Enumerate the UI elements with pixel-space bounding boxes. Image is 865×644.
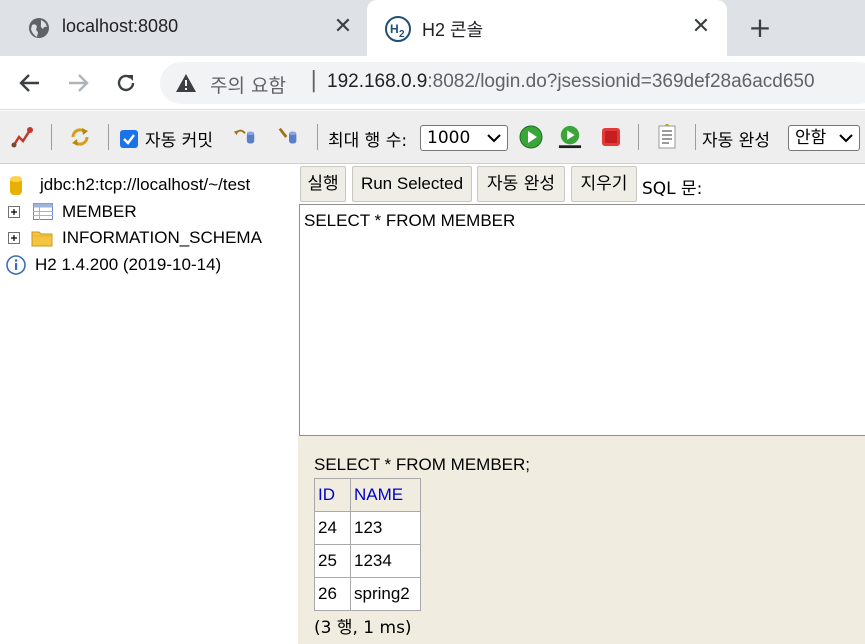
table-header-row: ID NAME [314,478,421,512]
rollback-icon[interactable] [233,125,257,149]
tree-item-label: INFORMATION_SCHEMA [62,228,262,247]
max-rows-label: 최대 행 수: [328,131,408,151]
table-cell: 24 [314,511,351,545]
query-toolbar: 실행 Run Selected 자동 완성 지우기 SQL 문: [298,164,865,204]
table-icon [33,203,53,220]
url-text[interactable]: 192.168.0.9:8082/login.do?jsessionid=369… [327,71,815,93]
table-row: 25 1234 [314,544,421,578]
run-selected-button[interactable]: Run Selected [352,166,472,202]
chevron-down-icon [839,134,853,143]
max-rows-select[interactable]: 1000 [420,125,508,151]
table-cell: 26 [314,577,351,611]
url-path: :8082/login.do?jsessionid=369def28a6acd6… [427,71,815,92]
close-icon[interactable]: ✕ [689,15,713,39]
close-icon[interactable]: ✕ [331,15,355,39]
toolbar-divider [51,124,52,150]
expand-icon[interactable] [8,206,20,218]
column-header-name[interactable]: NAME [350,478,421,512]
chevron-down-icon [487,134,501,143]
security-warning-text[interactable]: 주의 요함 [210,71,286,98]
url-separator: | [310,68,318,93]
expand-icon[interactable] [8,232,20,244]
table-row: 24 123 [314,511,421,545]
autocomplete-select[interactable]: 안함 [788,125,860,151]
table-row: 26 spring2 [314,577,421,611]
tab-h2-console[interactable]: H2 H2 콘솔 ✕ [367,0,727,56]
tab-title: localhost:8080 [62,16,179,36]
clear-button[interactable]: 지우기 [571,166,637,202]
autocomplete-value: 안함 [795,128,827,148]
table-cell: 123 [350,511,421,545]
info-icon [6,255,26,275]
run-icon[interactable] [519,125,543,149]
max-rows-value: 1000 [427,128,471,148]
browser-tab-strip: localhost:8080 ✕ H2 H2 콘솔 ✕ + [0,0,865,56]
autocomplete-label: 자동 완성 [702,131,770,151]
table-cell: 1234 [350,544,421,578]
executed-statement: SELECT * FROM MEMBER; [314,455,530,474]
run-selected-icon[interactable] [558,125,582,149]
column-header-id[interactable]: ID [314,478,351,512]
database-icon [10,176,22,195]
h2-logo-icon: H2 [385,16,411,42]
commit-icon[interactable] [277,125,301,149]
stop-icon[interactable] [599,125,623,149]
table-cell: 25 [314,544,351,578]
schema-tree: jdbc:h2:tcp://localhost/~/test MEMBER IN… [0,164,298,644]
sql-input[interactable]: SELECT * FROM MEMBER [299,204,865,436]
tree-item-label: MEMBER [62,202,137,221]
navigation-bar: 주의 요함 | 192.168.0.9:8082/login.do?jsessi… [0,56,865,110]
forward-arrow-icon[interactable] [62,67,94,99]
tab-localhost[interactable]: localhost:8080 ✕ [0,0,367,56]
address-bar[interactable]: 주의 요함 | 192.168.0.9:8082/login.do?jsessi… [160,62,865,104]
svg-text:2: 2 [399,29,405,40]
result-panel: SELECT * FROM MEMBER; ID NAME 24 123 25 … [298,436,865,644]
tab-title: H2 콘솔 [422,20,484,40]
disconnect-icon[interactable] [11,125,35,149]
run-button[interactable]: 실행 [300,166,346,202]
table-cell: spring2 [350,577,421,611]
autocommit-label[interactable]: 자동 커밋 [145,126,213,151]
connection-url: jdbc:h2:tcp://localhost/~/test [40,175,251,194]
reload-icon[interactable] [110,67,142,99]
autocommit-checkbox[interactable] [120,130,138,148]
autocomplete-button[interactable]: 자동 완성 [477,166,565,202]
sql-statement-label: SQL 문: [642,179,703,199]
history-icon[interactable] [655,124,679,149]
new-tab-button[interactable]: + [746,14,774,42]
svg-text:H: H [390,22,399,36]
h2-toolbar: 자동 커밋 최대 행 수: 1000 자동 완성 안함 [0,111,865,164]
toolbar-divider [638,124,639,150]
toolbar-divider [695,124,696,150]
folder-icon [31,231,53,247]
sql-text: SELECT * FROM MEMBER [304,211,516,230]
version-text: H2 1.4.200 (2019-10-14) [35,255,222,274]
warning-icon[interactable] [175,73,197,93]
result-summary: (3 행, 1 ms) [314,618,412,638]
toolbar-divider [108,124,109,150]
back-arrow-icon[interactable] [14,67,46,99]
result-table: ID NAME 24 123 25 1234 26 spring2 [314,478,421,611]
globe-icon [28,17,50,39]
url-host: 192.168.0.9 [327,71,428,92]
refresh-icon[interactable] [68,125,92,149]
toolbar-divider [317,124,318,150]
